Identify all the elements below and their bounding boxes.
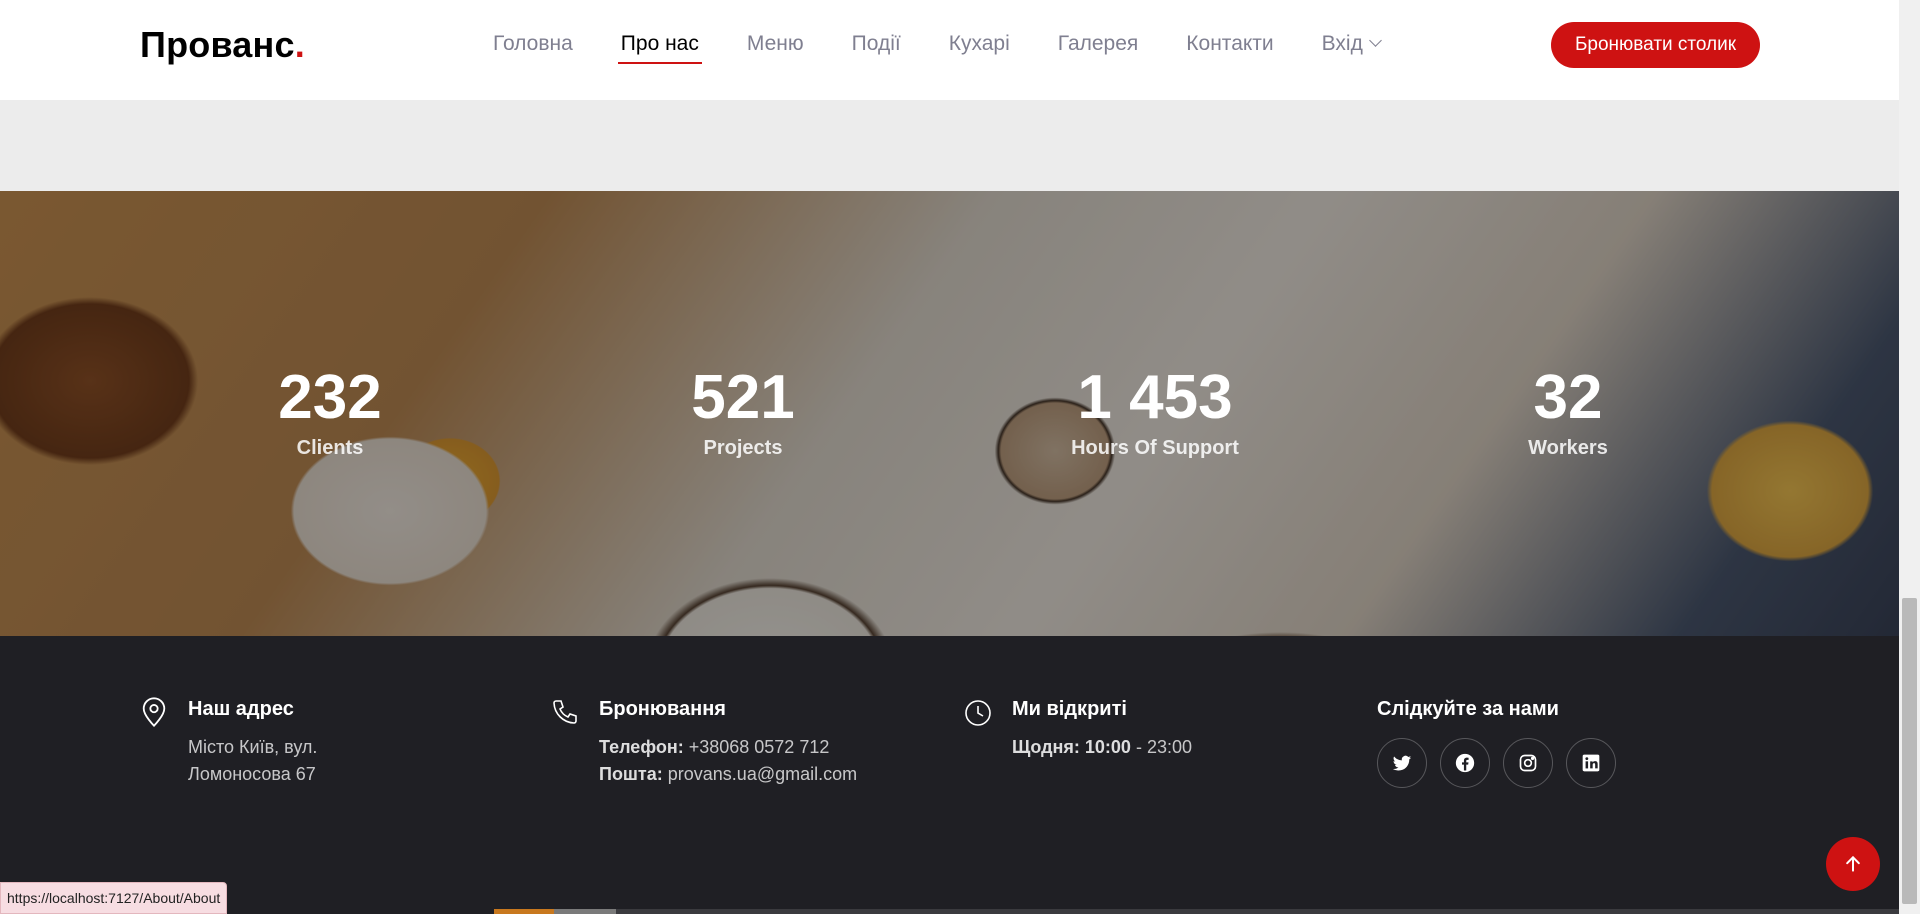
main-nav: Головна Про нас Меню Події Кухарі Галере…: [490, 30, 1425, 64]
chevron-down-icon: [1368, 34, 1382, 47]
hours-title: Ми відкриті: [1012, 698, 1127, 720]
nav-home[interactable]: Головна: [490, 30, 576, 64]
phone-icon: [553, 700, 577, 724]
stat-projects: 521 Projects: [613, 361, 873, 460]
nav-gallery[interactable]: Галерея: [1055, 30, 1142, 64]
stat-clients: 232 Clients: [200, 361, 460, 460]
footer-address: Наш адрес Місто Київ, вул. Ломоносова 67: [140, 696, 317, 788]
email-label: Пошта:: [599, 764, 663, 784]
booking-text: Телефон: +38068 0572 712 Пошта: provans.u…: [599, 734, 857, 788]
arrow-up-icon: [1846, 855, 1860, 872]
stat-value: 232: [278, 363, 382, 432]
hours-open: 10:00: [1079, 737, 1131, 757]
nav-login-label: Вхід: [1321, 32, 1363, 55]
stat-workers: 32 Workers: [1438, 361, 1698, 460]
stat-label: Hours Of Support: [1071, 437, 1239, 459]
nav-about[interactable]: Про нас: [617, 30, 702, 64]
nav-chefs[interactable]: Кухарі: [946, 30, 1013, 64]
twitter-icon[interactable]: [1377, 738, 1427, 788]
logo-dot: .: [294, 24, 305, 65]
phone-label: Телефон:: [599, 737, 684, 757]
address-line1: Місто Київ, вул.: [188, 737, 318, 757]
facebook-icon[interactable]: [1440, 738, 1490, 788]
clock-icon: [965, 700, 991, 726]
email-address[interactable]: provans.ua@gmail.com: [663, 764, 857, 784]
nav-contacts[interactable]: Контакти: [1183, 30, 1276, 64]
footer-hours: Ми відкриті Щодня: 10:00 - 23:00: [964, 696, 1192, 761]
logo-text: Прованс: [140, 24, 295, 65]
address-line2: Ломоносова 67: [188, 764, 316, 784]
page-scrollbar[interactable]: [1899, 0, 1920, 914]
footer-booking: Бронювання Телефон: +38068 0572 712 Пошта…: [551, 696, 857, 788]
bottom-strip: [494, 909, 1899, 914]
site-header: Прованс. Головна Про нас Меню Події Куха…: [0, 0, 1899, 100]
stat-label: Projects: [703, 437, 783, 459]
site-footer: Наш адрес Місто Київ, вул. Ломоносова 67 …: [0, 636, 1899, 914]
address-text: Місто Київ, вул. Ломоносова 67: [188, 734, 317, 788]
stat-value: 1 453: [1077, 363, 1233, 432]
scrollbar-thumb[interactable]: [1902, 598, 1917, 904]
stat-label: Clients: [296, 437, 364, 459]
nav-events[interactable]: Події: [849, 30, 904, 64]
map-pin-icon: [142, 697, 166, 728]
hours-days-label: Щодня:: [1012, 737, 1080, 757]
stat-value: 32: [1533, 363, 1603, 432]
booking-title: Бронювання: [599, 698, 726, 720]
scroll-top-button[interactable]: [1826, 837, 1880, 891]
status-bar-url: https://localhost:7127/About/About: [0, 882, 228, 914]
phone-number[interactable]: +38068 0572 712: [684, 737, 830, 757]
stat-hours-support: 1 453 Hours Of Support: [1025, 361, 1285, 460]
hours-close: - 23:00: [1130, 737, 1192, 757]
site-logo[interactable]: Прованс.: [140, 24, 305, 66]
book-table-button[interactable]: Бронювати столик: [1551, 22, 1760, 68]
stat-value: 521: [691, 363, 795, 432]
social-links: [1377, 738, 1616, 788]
footer-social: Слідкуйте за нами: [1377, 696, 1616, 788]
nav-menu[interactable]: Меню: [744, 30, 807, 64]
address-title: Наш адрес: [188, 698, 294, 720]
stat-label: Workers: [1528, 437, 1608, 459]
linkedin-icon[interactable]: [1566, 738, 1616, 788]
hours-text: Щодня: 10:00 - 23:00: [1012, 734, 1192, 761]
nav-login-dropdown[interactable]: Вхід: [1319, 30, 1383, 64]
social-title: Слідкуйте за нами: [1377, 698, 1559, 720]
instagram-icon[interactable]: [1503, 738, 1553, 788]
stats-section: 232 Clients 521 Projects 1 453 Hours Of …: [0, 191, 1899, 636]
